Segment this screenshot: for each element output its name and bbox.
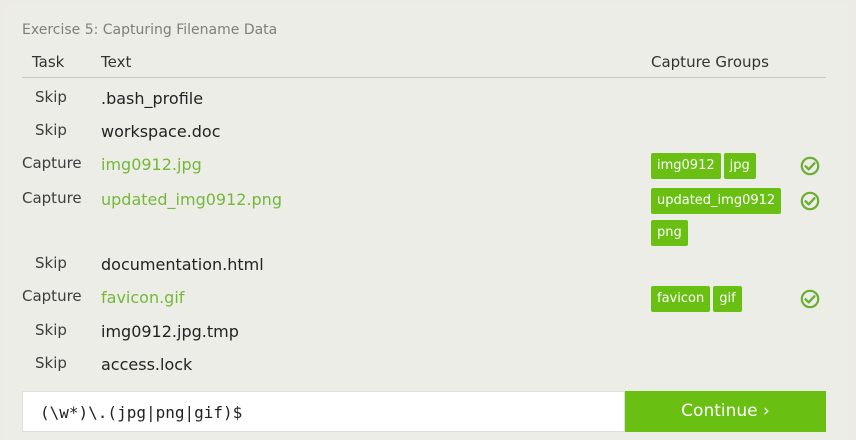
- capture-group-chip: jpg: [723, 153, 756, 179]
- filename-text: img0912.jpg.tmp: [101, 322, 239, 341]
- header-task: Task: [32, 53, 65, 71]
- capture-group-chip: img0912: [651, 153, 721, 179]
- filename-text: img0912.jpg: [101, 155, 202, 174]
- filename-text: workspace.doc: [101, 122, 221, 141]
- capture-groups: img0912 jpg: [651, 153, 781, 185]
- check-circle-icon: [800, 289, 820, 309]
- capture-group-chip: updated_img0912: [651, 188, 782, 214]
- task-label: Capture: [22, 154, 82, 172]
- filename-text: favicon.gif: [101, 288, 185, 307]
- task-label: Skip: [35, 354, 67, 372]
- continue-button[interactable]: Continue ›: [625, 391, 826, 432]
- capture-group-chip: favicon: [651, 286, 711, 312]
- capture-group-chip: png: [651, 220, 688, 246]
- regex-input-container: [22, 391, 625, 432]
- capture-groups: updated_img0912png: [651, 188, 782, 252]
- header-text: Text: [101, 53, 132, 71]
- check-circle-icon: [800, 156, 820, 176]
- task-label: Skip: [35, 121, 67, 139]
- check-circle-icon: [800, 191, 820, 211]
- task-label: Skip: [35, 321, 67, 339]
- filename-text: .bash_profile: [101, 89, 204, 108]
- filename-text: access.lock: [101, 355, 193, 374]
- header-capture-groups: Capture Groups: [651, 53, 769, 71]
- task-label: Skip: [35, 254, 67, 272]
- task-label: Skip: [35, 88, 67, 106]
- table-header: Task Text Capture Groups: [22, 50, 826, 78]
- capture-groups: favicon gif: [651, 286, 781, 318]
- exercise-title: Exercise 5: Capturing Filename Data: [22, 22, 278, 38]
- regex-input[interactable]: [40, 400, 600, 424]
- task-label: Capture: [22, 287, 82, 305]
- filename-text: updated_img0912.png: [101, 190, 282, 209]
- task-label: Capture: [22, 189, 82, 207]
- filename-text: documentation.html: [101, 255, 264, 274]
- capture-group-chip: gif: [713, 286, 742, 312]
